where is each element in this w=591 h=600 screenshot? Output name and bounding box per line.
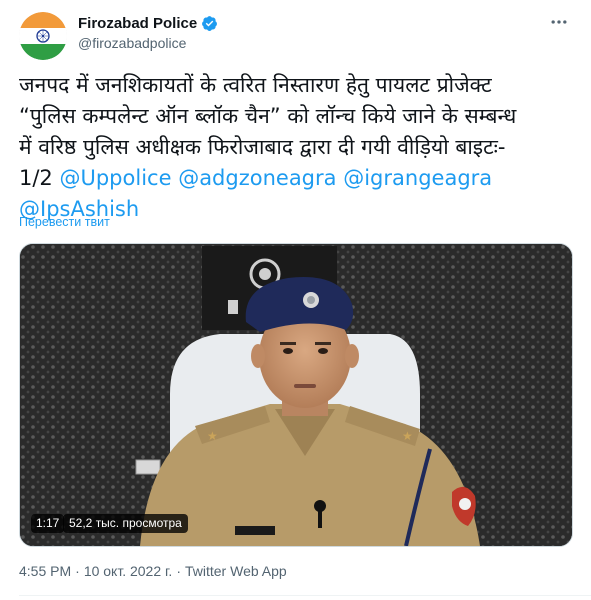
svg-text:★: ★: [207, 429, 218, 443]
mention-link[interactable]: @Uppolice: [59, 166, 171, 190]
tweet-text: जनपद में जनशिकायतों के त्वरित निस्तारण ह…: [19, 70, 579, 225]
mention-link[interactable]: @igrangeagra: [343, 166, 492, 190]
flag-avatar-image: [19, 12, 67, 60]
tweet-time[interactable]: 4:55 PM: [19, 563, 71, 579]
svg-text:★: ★: [402, 429, 413, 443]
meta-separator: ·: [176, 563, 181, 579]
more-horizontal-icon[interactable]: [547, 12, 571, 36]
tweet-meta: 4:55 PM · 10 окт. 2022 г. · Twitter Web …: [19, 563, 287, 579]
video-view-count-badge: 52,2 тыс. просмотра: [63, 514, 188, 533]
display-name[interactable]: Firozabad Police: [78, 15, 197, 32]
thread-count: 1/2: [19, 166, 60, 190]
tweet-text-line: 1/2 @Uppolice @adgzoneagra @igrangeagra: [19, 163, 579, 194]
tweet-text-line: में वरिष्ठ पुलिस अधीक्षक फिरोजाबाद द्वार…: [19, 135, 506, 159]
avatar[interactable]: [19, 12, 67, 60]
tweet-card: Firozabad Police @firozabadpolice जनपद म…: [0, 0, 591, 600]
verified-badge-icon: [202, 15, 218, 31]
divider: [19, 595, 591, 596]
meta-separator: ·: [75, 563, 80, 579]
tweet-text-line: जनपद में जनशिकायतों के त्वरित निस्तारण ह…: [19, 73, 492, 97]
mention-link[interactable]: @adgzoneagra: [178, 166, 336, 190]
tweet-date[interactable]: 10 окт. 2022 г.: [84, 563, 173, 579]
handle[interactable]: @firozabadpolice: [78, 35, 186, 51]
tweet-text-line: “पुलिस कम्पलेन्ट ऑन ब्लॉक चैन” को लॉन्च …: [19, 104, 517, 128]
video-duration-badge: 1:17: [31, 514, 65, 533]
translate-tweet-link[interactable]: Перевести твит: [19, 215, 110, 229]
author-row: Firozabad Police: [78, 13, 218, 33]
video-player[interactable]: ★ ★: [19, 243, 573, 547]
tweet-source[interactable]: Twitter Web App: [185, 563, 287, 579]
video-frame: ★ ★: [20, 244, 572, 546]
